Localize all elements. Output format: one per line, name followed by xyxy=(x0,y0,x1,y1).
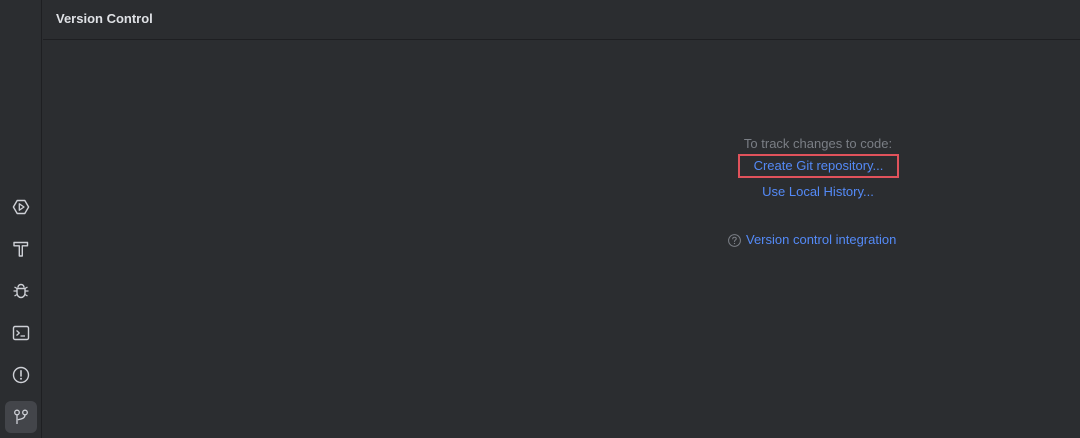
use-local-history-link[interactable]: Use Local History... xyxy=(762,184,874,199)
help-row[interactable]: Version control integration xyxy=(727,231,896,249)
build-button[interactable] xyxy=(5,233,37,265)
terminal-button[interactable] xyxy=(5,317,37,349)
panel-header: Version Control xyxy=(43,0,1080,40)
panel-title: Version Control xyxy=(56,11,153,26)
local-history-row: Use Local History... xyxy=(703,183,933,201)
problems-icon xyxy=(12,366,30,384)
create-git-repository-highlight[interactable]: Create Git repository... xyxy=(738,154,899,178)
debug-button[interactable] xyxy=(5,275,37,307)
version-control-icon xyxy=(14,409,28,424)
version-control-integration-link[interactable]: Version control integration xyxy=(746,232,896,248)
run-button[interactable] xyxy=(5,191,37,223)
build-hammer-icon xyxy=(13,241,29,257)
version-control-panel: Version Control To track changes to code… xyxy=(43,0,1080,438)
run-icon xyxy=(12,199,30,215)
terminal-icon xyxy=(12,325,30,341)
debug-bug-icon xyxy=(13,283,29,299)
tool-window-strip xyxy=(0,0,42,438)
create-git-repository-link[interactable]: Create Git repository... xyxy=(754,158,884,174)
empty-state-hint: To track changes to code: xyxy=(743,136,893,151)
question-circle-icon xyxy=(728,233,741,247)
ide-window: Version Control To track changes to code… xyxy=(0,0,1080,438)
problems-button[interactable] xyxy=(5,359,37,391)
version-control-button[interactable] xyxy=(5,401,37,433)
